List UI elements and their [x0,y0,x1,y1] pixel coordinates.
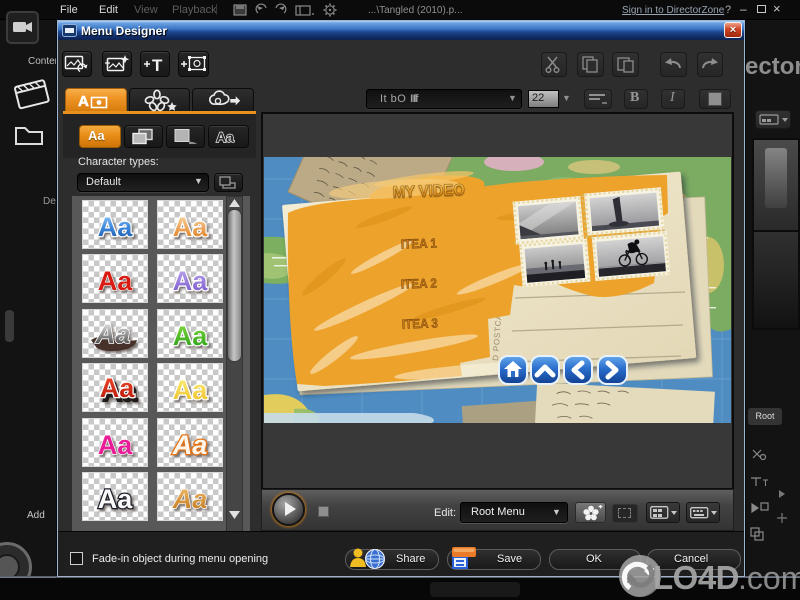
svg-text:T: T [152,56,163,74]
svg-text:Aa: Aa [98,266,133,296]
svg-text:Aa: Aa [173,266,208,296]
svg-text:Aa: Aa [173,212,208,242]
svg-text:MY VIDEO: MY VIDEO [393,182,466,202]
svg-text:Aa: Aa [172,430,208,460]
svg-text:Aa: Aa [98,484,133,514]
svg-text:Aa: Aa [95,319,131,349]
svg-text:.com: .com [738,560,800,596]
svg-text:Aa: Aa [173,375,208,405]
svg-text:Aa: Aa [98,430,133,460]
svg-text:Aa: Aa [98,212,133,242]
svg-text:Aa: Aa [172,484,208,514]
svg-text:LO4D: LO4D [653,559,739,596]
svg-text:Aa: Aa [216,129,234,145]
svg-text:ITEA 2: ITEA 2 [401,275,438,291]
svg-text:Aa: Aa [173,321,208,351]
svg-text:A: A [78,93,89,110]
svg-text:ITEA 1: ITEA 1 [401,235,438,251]
svg-text:Aa: Aa [100,373,135,403]
svg-text:ITEA 3: ITEA 3 [402,315,439,331]
